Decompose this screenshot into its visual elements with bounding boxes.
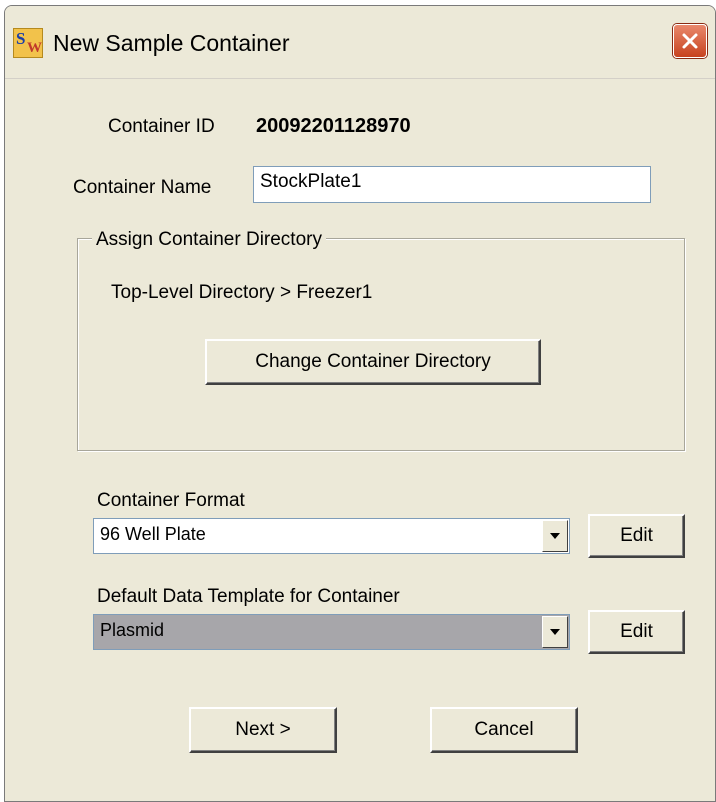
chevron-down-icon <box>550 629 560 635</box>
new-sample-container-dialog: SW New Sample Container Container ID 200… <box>4 5 716 802</box>
container-format-label: Container Format <box>97 490 245 511</box>
dropdown-arrow-button[interactable] <box>542 616 568 648</box>
container-format-select[interactable]: 96 Well Plate <box>93 518 570 554</box>
sw-app-icon: SW <box>13 28 43 58</box>
close-button[interactable] <box>673 24 707 58</box>
chevron-down-icon <box>550 533 560 539</box>
edit-template-button[interactable]: Edit <box>588 610 685 654</box>
container-id-value: 20092201128970 <box>256 115 411 137</box>
title-bar[interactable]: SW New Sample Container <box>5 6 715 79</box>
container-name-label: Container Name <box>73 177 212 198</box>
dropdown-arrow-button[interactable] <box>542 520 568 552</box>
data-template-selected: Plasmid <box>100 620 165 640</box>
edit-format-button[interactable]: Edit <box>588 514 685 558</box>
container-name-input[interactable]: StockPlate1 <box>253 166 651 203</box>
directory-group-legend: Assign Container Directory <box>92 229 326 251</box>
container-format-selected: 96 Well Plate <box>100 524 206 544</box>
next-button[interactable]: Next > <box>189 707 337 753</box>
close-icon <box>682 33 698 49</box>
change-directory-button[interactable]: Change Container Directory <box>205 339 541 385</box>
container-id-label: Container ID <box>108 116 215 137</box>
data-template-select[interactable]: Plasmid <box>93 614 570 650</box>
cancel-button[interactable]: Cancel <box>430 707 578 753</box>
data-template-label: Default Data Template for Container <box>97 586 400 607</box>
directory-path-text: Top-Level Directory > Freezer1 <box>111 282 373 303</box>
dialog-title: New Sample Container <box>53 30 290 56</box>
